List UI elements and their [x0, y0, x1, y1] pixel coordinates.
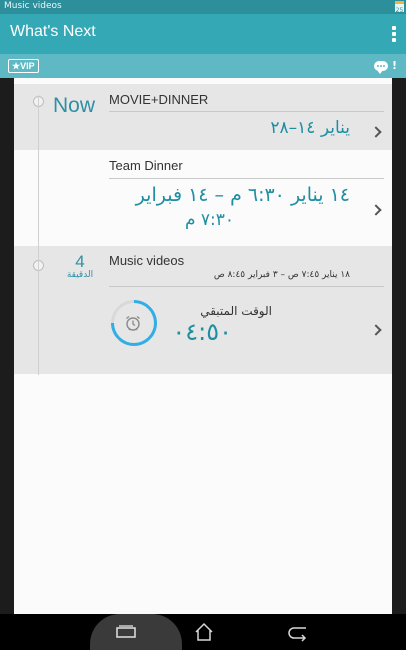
calendar-icon: 25: [395, 1, 404, 14]
divider: [109, 178, 384, 179]
duration-value: 4: [75, 252, 85, 271]
status-notification-text: Music videos: [4, 1, 62, 11]
chat-alert-button[interactable]: !: [374, 59, 397, 74]
event-title: Music videos: [109, 253, 185, 268]
overflow-menu-icon[interactable]: [392, 26, 396, 42]
duration-unit: الدقيقة: [66, 270, 94, 280]
event-title: Team Dinner: [109, 158, 183, 173]
event-title: MOVIE+DINNER: [109, 92, 209, 107]
event-date: يناير ١٤–٢٨: [270, 118, 350, 138]
back-icon[interactable]: [286, 621, 310, 643]
chat-icon: [374, 61, 389, 74]
home-icon[interactable]: [192, 621, 216, 643]
alarm-clock-icon: [124, 314, 142, 332]
chevron-right-icon[interactable]: [370, 126, 382, 138]
vip-badge[interactable]: ★VIP: [8, 59, 39, 73]
chevron-right-icon[interactable]: [370, 204, 382, 216]
page-title: What's Next: [10, 23, 96, 40]
remaining-time-label: الوقت المتبقي: [200, 304, 272, 318]
whats-next-list: Now MOVIE+DINNER يناير ١٤–٢٨ Team Dinner…: [14, 78, 392, 614]
event-item-team-dinner[interactable]: Team Dinner ١٤ يناير ٦:٣٠ م – ١٤ فبراير …: [14, 150, 392, 246]
event-item-movie-dinner[interactable]: Now MOVIE+DINNER يناير ١٤–٢٨: [14, 84, 392, 150]
chevron-right-icon[interactable]: [370, 324, 382, 336]
recent-apps-icon[interactable]: [114, 621, 138, 643]
event-date: ١٤ يناير ٦:٣٠ م – ١٤ فبراير: [135, 184, 350, 206]
timeline-line: [38, 95, 39, 375]
event-date: ١٨ يناير ٧:٤٥ ص – ٣ فبراير ٨:٤٥ ص: [213, 270, 350, 280]
now-label: Now: [53, 94, 96, 117]
vip-bar: ★VIP !: [0, 54, 406, 78]
navigation-bar: [0, 614, 406, 650]
divider: [109, 286, 384, 287]
event-date-line2: ٧:٣٠ م: [184, 210, 234, 230]
divider: [109, 111, 384, 112]
alert-mark: !: [391, 59, 397, 72]
status-bar: Music videos 25: [0, 0, 406, 14]
remaining-time-value: ٠٤:٥٠: [172, 318, 232, 346]
app-bar: What's Next: [0, 14, 406, 54]
